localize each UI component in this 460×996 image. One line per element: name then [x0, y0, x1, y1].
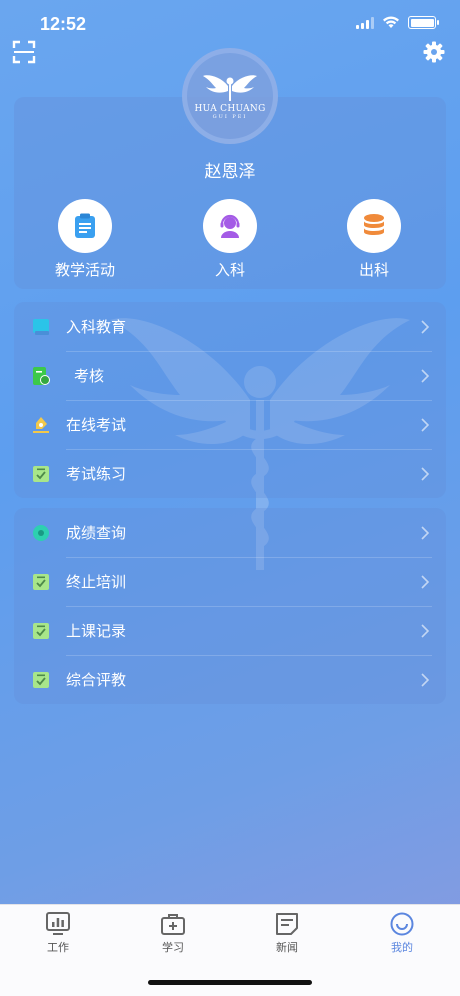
list-item-label: 入科教育 — [66, 318, 127, 336]
list-item-assessment[interactable]: 考核 — [14, 351, 446, 400]
logo-title: HUA CHUANG — [194, 104, 266, 114]
menu-group-1: 入科教育 考核 在线考试 考试练习 — [14, 302, 446, 498]
checklist-icon — [33, 465, 49, 482]
tab-work[interactable]: 工作 — [18, 911, 98, 955]
logo-subtitle: GUI PEI — [212, 114, 248, 120]
tab-news[interactable]: 新闻 — [247, 911, 327, 955]
wifi-icon — [383, 16, 399, 28]
chevron-right-icon — [421, 319, 430, 334]
chevron-right-icon — [421, 672, 430, 687]
database-stack-icon — [364, 214, 384, 235]
list-item-terminate-training[interactable]: 终止培训 — [14, 557, 446, 606]
home-indicator — [148, 980, 312, 985]
enter-department-button[interactable]: 入科 — [180, 199, 280, 280]
chart-board-icon — [46, 912, 70, 935]
list-item-online-exam[interactable]: 在线考试 — [14, 400, 446, 449]
list-item-label: 成绩查询 — [66, 524, 127, 542]
gear-icon[interactable] — [422, 40, 446, 64]
enter-department-label: 入科 — [214, 261, 245, 279]
assessment-icon — [33, 366, 50, 385]
smile-icon — [390, 912, 414, 936]
medical-kit-icon — [161, 914, 185, 935]
score-icon — [33, 524, 49, 541]
list-item-label: 考试练习 — [66, 465, 127, 483]
cellular-signal-icon — [356, 16, 374, 29]
menu-group-2: 成绩查询 终止培训 上课记录 综合评教 — [14, 508, 446, 704]
chevron-right-icon — [421, 368, 430, 383]
teaching-activity-label: 教学活动 — [54, 261, 115, 279]
list-item-score-query[interactable]: 成绩查询 — [14, 508, 446, 557]
chevron-right-icon — [421, 623, 430, 638]
angel-logo-icon — [203, 75, 257, 101]
chevron-right-icon — [421, 466, 430, 481]
leave-department-label: 出科 — [358, 261, 389, 279]
news-icon — [276, 913, 298, 935]
clipboard-icon — [75, 213, 95, 238]
list-item-orientation-education[interactable]: 入科教育 — [14, 302, 446, 351]
scan-icon[interactable] — [12, 40, 36, 64]
teaching-activity-button[interactable]: 教学活动 — [35, 199, 135, 280]
checklist-icon — [33, 671, 49, 688]
list-item-label: 在线考试 — [66, 416, 127, 434]
app-logo: HUA CHUANG GUI PEI — [182, 48, 278, 144]
chevron-right-icon — [421, 574, 430, 589]
chevron-right-icon — [421, 525, 430, 540]
list-item-label: 终止培训 — [66, 573, 127, 591]
user-name: 赵恩泽 — [204, 162, 256, 182]
list-item-exam-practice[interactable]: 考试练习 — [14, 449, 446, 498]
tab-label: 学习 — [162, 941, 184, 954]
chevron-right-icon — [421, 417, 430, 432]
checklist-icon — [33, 573, 49, 590]
list-item-label: 考核 — [74, 367, 105, 385]
tab-mine[interactable]: 我的 — [362, 911, 442, 955]
status-time: 12:52 — [40, 14, 87, 34]
pen-icon — [33, 416, 49, 433]
tab-label: 工作 — [47, 941, 69, 954]
list-item-teaching-evaluation[interactable]: 综合评教 — [14, 655, 446, 704]
book-icon — [33, 318, 49, 335]
checklist-icon — [33, 622, 49, 639]
leave-department-button[interactable]: 出科 — [324, 199, 424, 280]
tab-label: 新闻 — [276, 941, 298, 954]
headset-person-icon — [220, 214, 240, 238]
list-item-label: 上课记录 — [66, 622, 127, 640]
tab-label: 我的 — [391, 941, 413, 954]
status-bar: 12:52 — [0, 0, 460, 50]
list-item-label: 综合评教 — [66, 671, 127, 689]
battery-icon — [408, 16, 439, 29]
list-item-class-record[interactable]: 上课记录 — [14, 606, 446, 655]
tab-study[interactable]: 学习 — [133, 911, 213, 955]
